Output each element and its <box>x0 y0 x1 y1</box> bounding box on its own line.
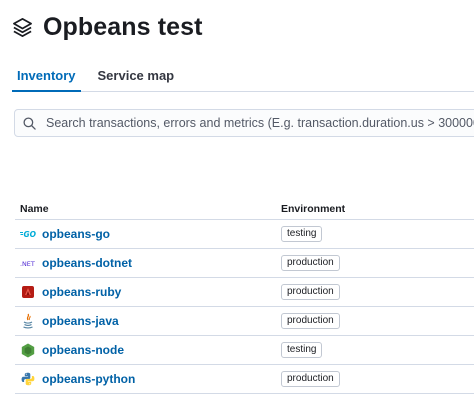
tab-service-map[interactable]: Service map <box>93 62 180 92</box>
column-header-environment[interactable]: Environment <box>281 203 474 215</box>
tab-bar: Inventory Service map <box>12 62 474 92</box>
svg-text:.NET: .NET <box>20 260 35 268</box>
svg-text:GO: GO <box>24 230 37 239</box>
java-icon <box>20 313 36 329</box>
nodejs-icon <box>20 342 36 358</box>
service-link-opbeans-ruby[interactable]: opbeans-ruby <box>42 285 121 299</box>
table-row: opbeans-python production <box>15 365 474 394</box>
service-link-opbeans-node[interactable]: opbeans-node <box>42 343 124 357</box>
page-title: Opbeans test <box>43 12 203 41</box>
environment-badge: testing <box>281 342 323 358</box>
services-table: Name Environment GO opbeans-go testing .… <box>15 198 474 394</box>
search-input[interactable] <box>46 116 474 130</box>
search-icon <box>23 116 37 130</box>
service-link-opbeans-dotnet[interactable]: opbeans-dotnet <box>42 256 132 270</box>
service-link-opbeans-java[interactable]: opbeans-java <box>42 314 119 328</box>
table-row: GO opbeans-go testing <box>15 220 474 249</box>
table-header: Name Environment <box>15 198 474 220</box>
ruby-icon <box>20 284 36 300</box>
environment-badge: production <box>281 371 340 387</box>
tab-inventory[interactable]: Inventory <box>12 62 81 92</box>
table-row: .NET opbeans-dotnet production <box>15 249 474 278</box>
search-bar <box>14 109 474 137</box>
service-link-opbeans-go[interactable]: opbeans-go <box>42 227 110 241</box>
go-icon: GO <box>20 226 36 242</box>
python-icon <box>20 371 36 387</box>
dotnet-icon: .NET <box>20 255 36 271</box>
table-row: opbeans-node testing <box>15 336 474 365</box>
layers-icon <box>12 16 34 38</box>
environment-badge: production <box>281 255 340 271</box>
page-header: Opbeans test <box>12 12 203 42</box>
table-row: opbeans-java production <box>15 307 474 336</box>
service-link-opbeans-python[interactable]: opbeans-python <box>42 372 135 386</box>
environment-badge: production <box>281 313 340 329</box>
table-row: opbeans-ruby production <box>15 278 474 307</box>
environment-badge: production <box>281 284 340 300</box>
environment-badge: testing <box>281 226 323 242</box>
column-header-name[interactable]: Name <box>15 203 281 215</box>
